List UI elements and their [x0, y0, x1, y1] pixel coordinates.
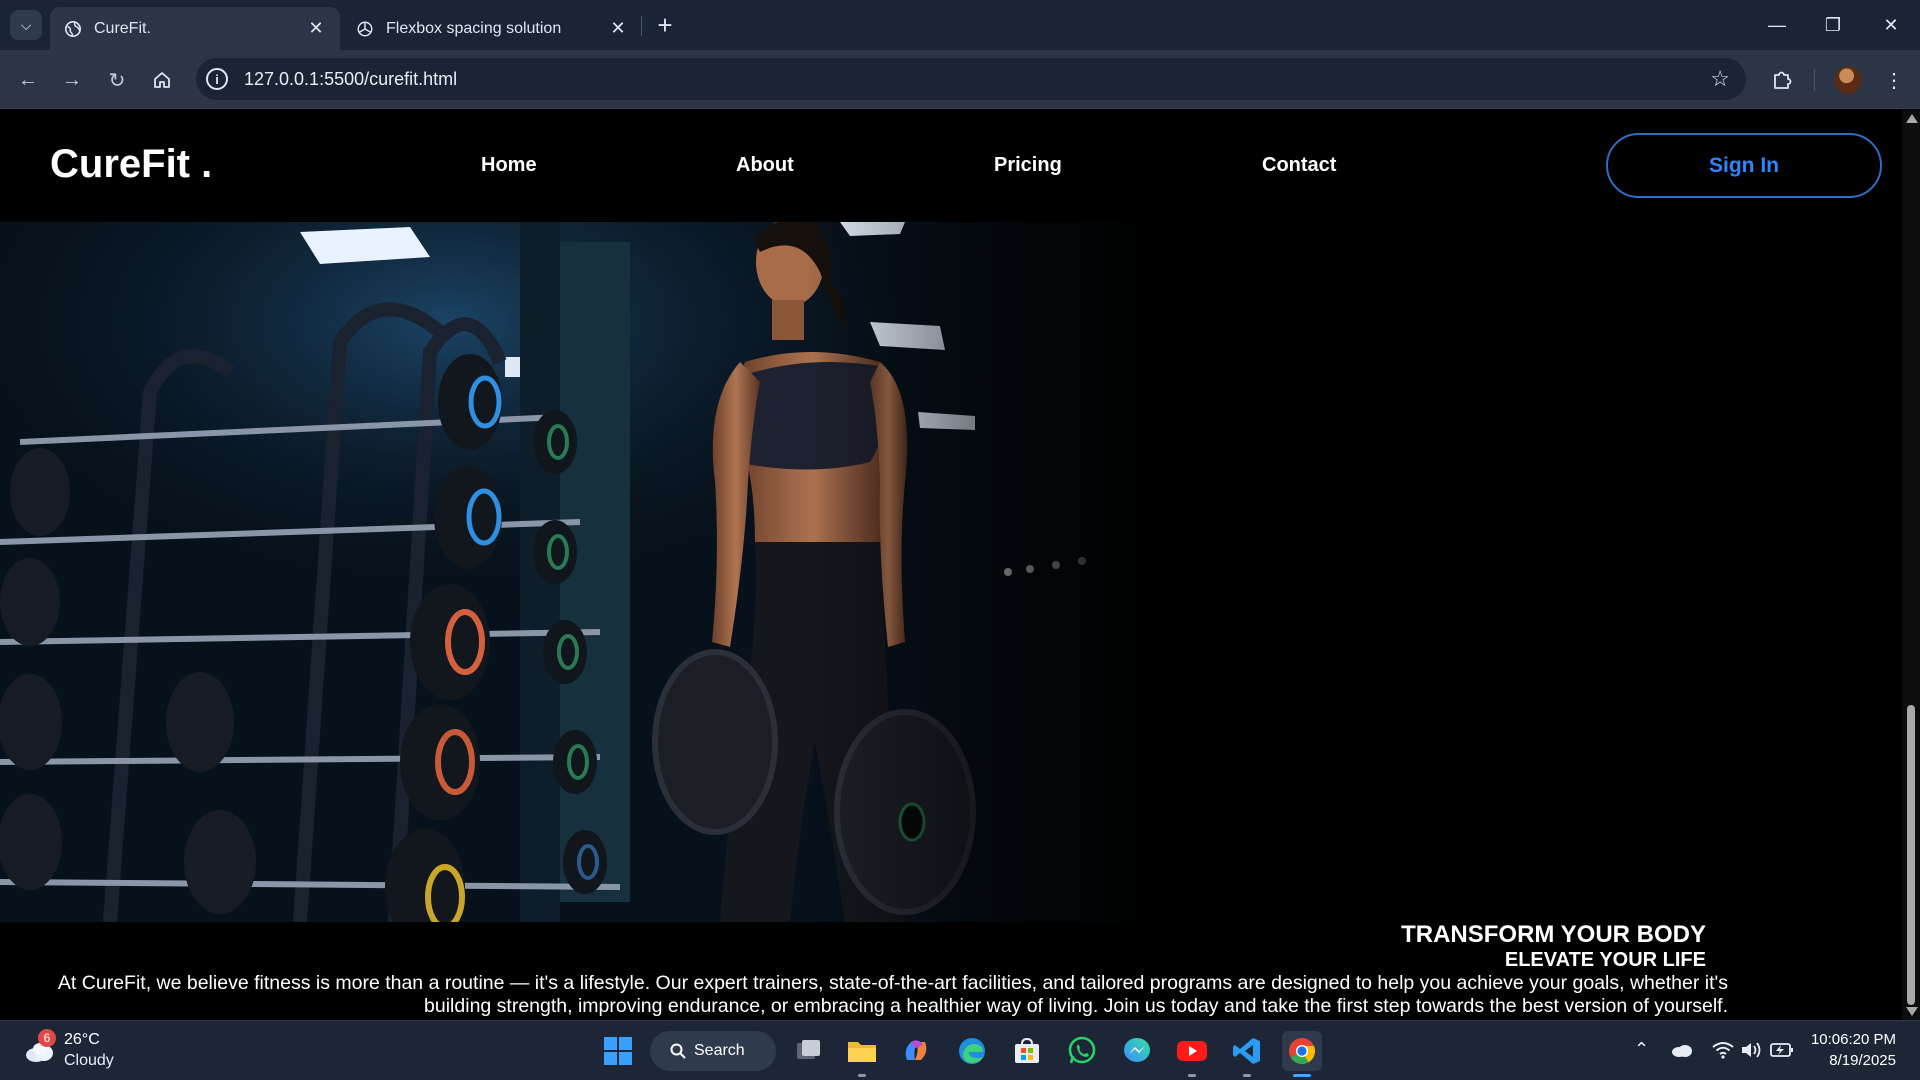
battery-charging-icon[interactable]: [1770, 1042, 1794, 1058]
close-icon: ✕: [1883, 14, 1899, 35]
chevron-down-icon: ⌵: [20, 16, 32, 33]
extensions-button[interactable]: [1766, 64, 1798, 96]
hero-image: [0, 222, 1148, 922]
weather-badge: 6: [38, 1029, 56, 1047]
copilot-button[interactable]: [896, 1031, 936, 1071]
scroll-down-arrow-icon[interactable]: [1906, 1007, 1918, 1016]
avatar[interactable]: [1834, 66, 1862, 94]
microsoft-store-button[interactable]: [1007, 1031, 1047, 1071]
nav-pricing[interactable]: Pricing: [994, 154, 1062, 177]
back-button[interactable]: ←: [12, 64, 44, 96]
chrome-button[interactable]: [1282, 1031, 1322, 1077]
more-vertical-icon: ⋮: [1884, 69, 1904, 92]
hero-subheading: ELEVATE YOUR LIFE: [1504, 949, 1706, 971]
close-icon[interactable]: ✕: [306, 18, 326, 39]
scroll-up-arrow-icon[interactable]: [1906, 114, 1918, 123]
web-page: CureFit . Home About Pricing Contact Sig…: [0, 110, 1902, 1020]
sign-in-button[interactable]: Sign In: [1606, 133, 1882, 198]
folder-icon: [848, 1042, 876, 1062]
url-text[interactable]: 127.0.0.1:5500/curefit.html: [244, 69, 1710, 90]
onedrive-cloud-icon[interactable]: [1670, 1041, 1694, 1059]
running-indicator: [858, 1074, 866, 1077]
globe-icon: [64, 20, 82, 37]
address-bar[interactable]: i 127.0.0.1:5500/curefit.html ☆: [196, 58, 1746, 100]
vscode-icon: [1233, 1038, 1260, 1064]
whatsapp-icon: [1068, 1036, 1096, 1064]
close-window-button[interactable]: ✕: [1866, 8, 1916, 42]
scrollbar-thumb[interactable]: [1907, 705, 1915, 1005]
wifi-icon[interactable]: [1712, 1041, 1734, 1059]
gym-illustration: [0, 222, 1148, 922]
hero-paragraph: At CureFit, we believe fitness is more t…: [14, 972, 1728, 1018]
star-icon[interactable]: ☆: [1710, 66, 1730, 92]
edge-button[interactable]: [952, 1031, 992, 1071]
toolbar-separator: [1814, 69, 1815, 91]
nav-home[interactable]: Home: [481, 154, 537, 177]
site-header: CureFit . Home About Pricing Contact Sig…: [0, 110, 1902, 222]
tab-separator: [641, 16, 642, 36]
chrome-icon: [1289, 1038, 1316, 1065]
menu-button[interactable]: ⋮: [1878, 64, 1910, 96]
edge-icon: [959, 1038, 985, 1064]
chevron-up-icon[interactable]: ⌃: [1634, 1039, 1649, 1060]
browser-tab-bar: ⌵ CureFit. ✕ Flexbox spacing solution ✕ …: [0, 0, 1920, 50]
running-indicator: [1188, 1074, 1196, 1077]
arrow-left-icon: ←: [18, 68, 38, 91]
minimize-icon: —: [1768, 14, 1786, 35]
page-scrollbar[interactable]: [1902, 110, 1920, 1020]
nav-about[interactable]: About: [736, 154, 794, 177]
start-button[interactable]: [598, 1031, 638, 1071]
tab-title: CureFit.: [94, 19, 151, 37]
nav-contact[interactable]: Contact: [1262, 154, 1336, 177]
openai-icon: [357, 21, 373, 36]
file-explorer-button[interactable]: [842, 1031, 882, 1077]
site-logo[interactable]: CureFit .: [50, 142, 212, 187]
home-icon: [154, 72, 170, 88]
hero-heading: TRANSFORM YOUR BODY: [1401, 921, 1706, 948]
hero-paragraph-line: building strength, improving endurance, …: [424, 995, 1728, 1017]
taskbar-search[interactable]: Search: [650, 1031, 776, 1071]
youtube-icon: [1177, 1041, 1207, 1061]
tab-title: Flexbox spacing solution: [386, 19, 562, 37]
store-icon: [1015, 1037, 1039, 1063]
task-view-button[interactable]: [788, 1031, 828, 1071]
copilot-icon: [905, 1040, 927, 1060]
new-tab-button[interactable]: +: [650, 10, 680, 40]
vscode-button[interactable]: [1227, 1031, 1267, 1077]
weather-condition: Cloudy: [64, 1052, 114, 1069]
reload-icon: ↻: [108, 69, 126, 92]
home-button[interactable]: [146, 64, 178, 96]
task-view-icon: [797, 1040, 820, 1059]
arrow-right-icon: →: [62, 68, 82, 91]
hero-heading-block: TRANSFORM YOUR BODY ELEVATE YOUR LIFE: [1401, 922, 1706, 972]
search-label: Search: [694, 1042, 745, 1059]
hero-paragraph-line: At CureFit, we believe fitness is more t…: [57, 972, 1728, 994]
clock-date: 8/19/2025: [1829, 1052, 1896, 1069]
search-icon: [670, 1043, 686, 1059]
reload-button[interactable]: ↻: [101, 64, 133, 96]
restore-icon: ❐: [1824, 14, 1842, 35]
messenger-button[interactable]: [1117, 1031, 1157, 1071]
weather-temp: 26°C: [64, 1031, 100, 1048]
minimize-button[interactable]: —: [1752, 8, 1802, 42]
tab-curefit[interactable]: CureFit. ✕: [50, 7, 340, 50]
windows-icon: [604, 1037, 632, 1065]
forward-button[interactable]: →: [56, 64, 88, 96]
close-icon[interactable]: ✕: [608, 18, 628, 39]
info-icon[interactable]: i: [206, 68, 228, 90]
clock-time: 10:06:20 PM: [1810, 1031, 1896, 1048]
whatsapp-button[interactable]: [1062, 1031, 1102, 1071]
running-indicator: [1293, 1074, 1311, 1077]
volume-icon[interactable]: [1741, 1041, 1763, 1059]
windows-taskbar: 6 26°C Cloudy Search ⌃ 10:06:20 PM 8/19/…: [0, 1020, 1920, 1080]
puzzle-icon: [1774, 71, 1792, 89]
tab-flexbox-spacing[interactable]: Flexbox spacing solution ✕: [342, 7, 642, 50]
running-indicator: [1243, 1074, 1251, 1077]
messenger-icon: [1124, 1038, 1150, 1062]
tab-search-button[interactable]: ⌵: [10, 10, 42, 40]
restore-button[interactable]: ❐: [1808, 8, 1858, 42]
youtube-button[interactable]: [1172, 1031, 1212, 1077]
browser-toolbar: ← → ↻ i 127.0.0.1:5500/curefit.html ☆ ⋮: [0, 50, 1920, 109]
